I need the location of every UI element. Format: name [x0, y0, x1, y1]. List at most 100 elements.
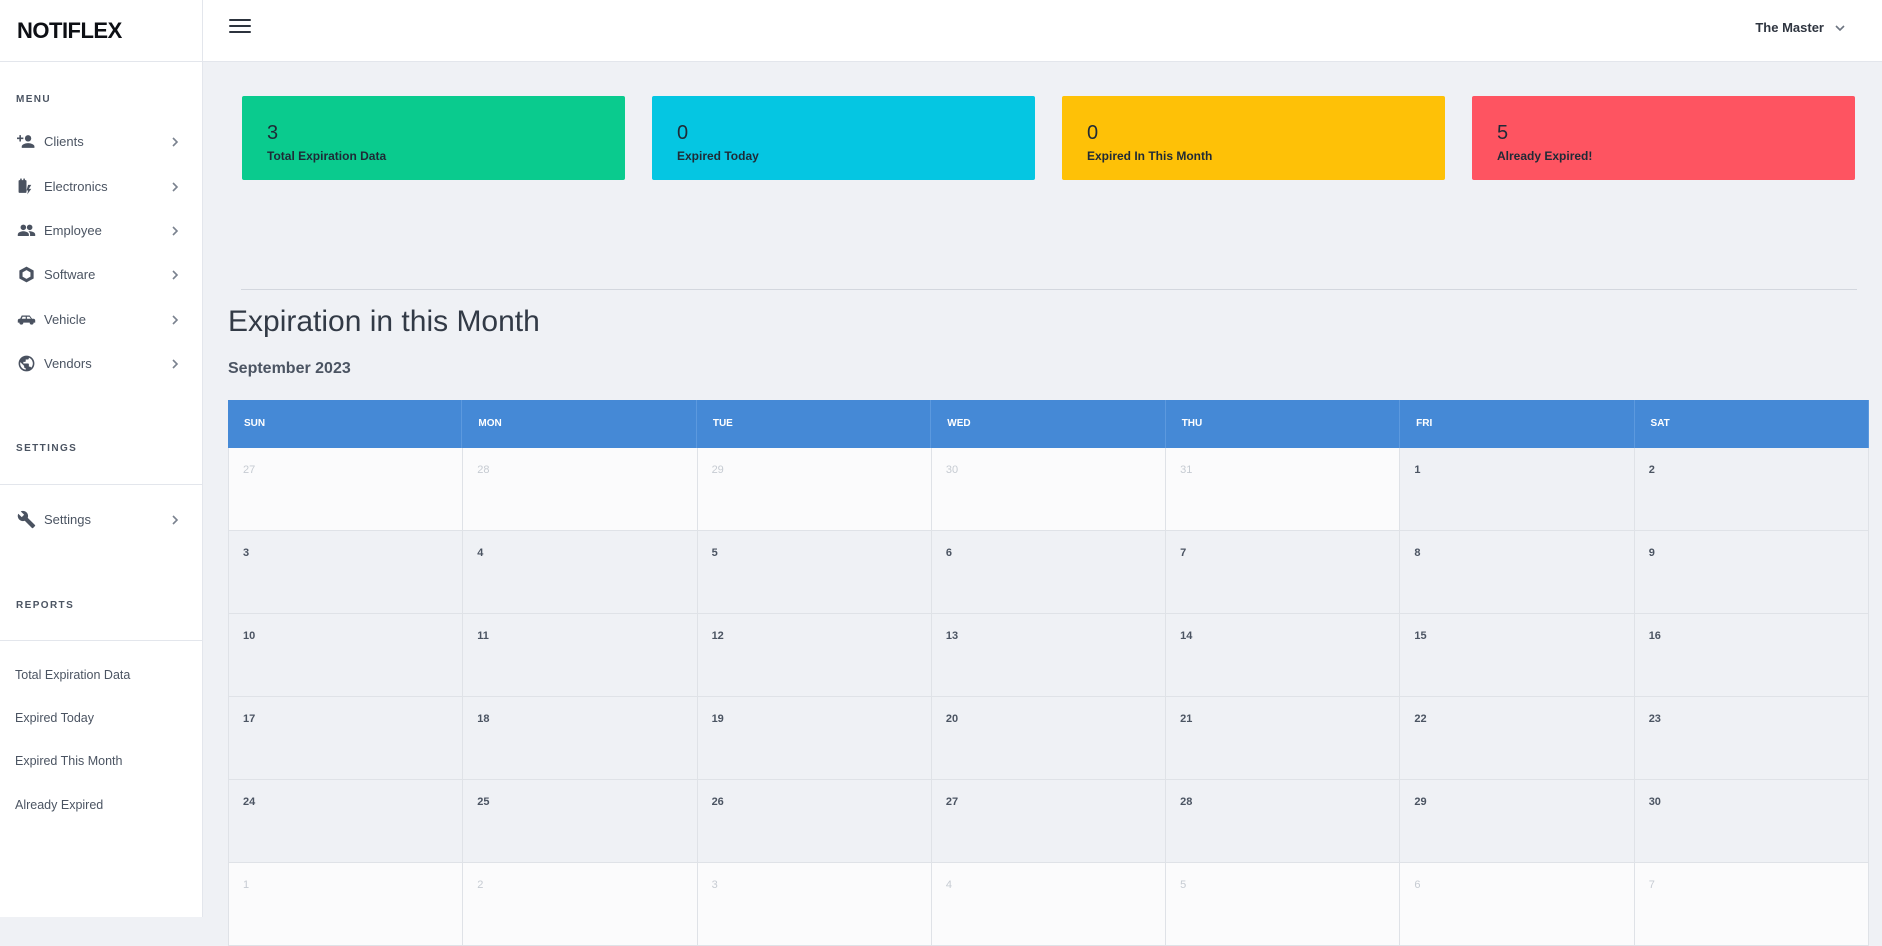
sidebar-item-label: Vehicle — [44, 311, 86, 327]
stat-card-already-expired[interactable]: 5 Already Expired! — [1472, 96, 1855, 180]
topbar: The Master — [203, 0, 1882, 62]
calendar-day-cell[interactable]: 27 — [228, 448, 464, 531]
globe-icon — [16, 353, 36, 373]
calendar-day-cell[interactable]: 7 — [1634, 863, 1869, 946]
calendar-day-cell[interactable]: 6 — [1400, 863, 1635, 946]
calendar-day-cell[interactable]: 19 — [697, 697, 932, 780]
sidebar: NOTIFLEX MENU Clients Electronics Employ… — [0, 0, 203, 917]
stat-card-caption: Expired Today — [677, 149, 759, 163]
hamburger-menu-icon[interactable] — [229, 19, 251, 37]
calendar-week-row: 17 18 19 20 21 22 23 — [228, 697, 1869, 780]
section-divider — [241, 289, 1857, 290]
sidebar-item-label: Employee — [44, 222, 102, 238]
calendar-week-row: 3456789 — [228, 531, 1869, 614]
calendar-day-header: SUN — [228, 400, 463, 448]
calendar-day-cell[interactable]: 16 — [1634, 614, 1869, 697]
sidebar-item-electronics[interactable]: Electronics — [0, 169, 203, 203]
power-plug-icon — [16, 176, 36, 196]
calendar-day-cell[interactable]: 14 — [1166, 614, 1401, 697]
stat-card-value: 0 — [1087, 122, 1099, 144]
calendar-week-row: 1234567 — [228, 863, 1869, 946]
stat-card-value: 5 — [1497, 122, 1509, 144]
report-link-expired-this-month[interactable]: Expired This Month — [15, 754, 122, 768]
people-icon — [16, 220, 36, 240]
stat-card-caption: Already Expired! — [1497, 149, 1593, 163]
calendar-body: 27 28 29 30 31 1 2 3 4 5 6 7 8 9 10 11 12 13 14 15 16 17 18 19 2… — [228, 448, 1869, 946]
calendar-day-cell[interactable]: 12 — [697, 614, 932, 697]
calendar-day-cell[interactable]: 31 — [1166, 448, 1401, 531]
calendar-day-cell[interactable]: 4 — [463, 531, 698, 614]
calendar-day-cell[interactable]: 1 — [228, 863, 464, 946]
sidebar-item-label: Electronics — [44, 178, 108, 194]
calendar-day-cell[interactable]: 9 — [1634, 531, 1869, 614]
calendar-day-cell[interactable]: 28 — [1166, 780, 1401, 863]
stat-card-caption: Expired In This Month — [1087, 149, 1213, 163]
stat-card-expired-today[interactable]: 0 Expired Today — [652, 96, 1035, 180]
sidebar-item-employee[interactable]: Employee — [0, 213, 203, 247]
calendar-day-cell[interactable]: 30 — [1634, 780, 1869, 863]
calendar-day-cell[interactable]: 5 — [697, 531, 932, 614]
sidebar-item-software[interactable]: Software — [0, 257, 203, 291]
calendar-day-cell[interactable]: 6 — [931, 531, 1167, 614]
calendar-day-cell[interactable]: 11 — [463, 614, 698, 697]
calendar-day-cell[interactable]: 8 — [1400, 531, 1635, 614]
calendar-day-cell[interactable]: 20 — [931, 697, 1167, 780]
calendar-day-cell[interactable]: 3 — [697, 863, 932, 946]
calendar-day-cell[interactable]: 2 — [463, 863, 698, 946]
calendar-week-row: 10 11 12 13 14 15 16 — [228, 614, 1869, 697]
sidebar-item-vendors[interactable]: Vendors — [0, 346, 203, 380]
report-link-total-expiration-data[interactable]: Total Expiration Data — [15, 668, 130, 682]
car-icon — [16, 309, 36, 329]
calendar-day-cell[interactable]: 15 — [1400, 614, 1635, 697]
stat-card-total-expiration[interactable]: 3 Total Expiration Data — [242, 96, 625, 180]
sidebar-item-clients[interactable]: Clients — [0, 124, 203, 158]
calendar-day-cell[interactable]: 29 — [697, 448, 932, 531]
calendar-day-cell[interactable]: 24 — [228, 780, 464, 863]
calendar-day-cell[interactable]: 10 — [228, 614, 464, 697]
calendar-day-cell[interactable]: 18 — [463, 697, 698, 780]
calendar-day-cell[interactable]: 2 — [1634, 448, 1869, 531]
calendar-day-cell[interactable]: 13 — [931, 614, 1167, 697]
calendar-day-cell[interactable]: 28 — [463, 448, 698, 531]
calendar-header: SUN MON TUE WED THU FRI SAT — [228, 400, 1869, 448]
calendar-day-cell[interactable]: 1 — [1400, 448, 1635, 531]
chevron-right-icon — [169, 135, 181, 147]
calendar-day-cell[interactable]: 27 — [931, 780, 1167, 863]
calendar-day-cell[interactable]: 7 — [1166, 531, 1401, 614]
calendar-week-row: 27 28 29 30 31 1 2 — [228, 448, 1869, 531]
chevron-right-icon — [169, 180, 181, 192]
calendar-day-cell[interactable]: 30 — [931, 448, 1167, 531]
calendar-month-title: September 2023 — [228, 360, 351, 377]
calendar-day-header: FRI — [1400, 400, 1635, 448]
user-menu[interactable]: The Master — [1755, 20, 1846, 35]
calendar-day-cell[interactable]: 21 — [1166, 697, 1401, 780]
sidebar-item-label: Vendors — [44, 355, 92, 371]
menu-section-title: MENU — [16, 94, 52, 105]
calendar-day-cell[interactable]: 29 — [1400, 780, 1635, 863]
sidebar-item-vehicle[interactable]: Vehicle — [0, 302, 203, 336]
calendar-day-cell[interactable]: 17 — [228, 697, 464, 780]
calendar-day-cell[interactable]: 23 — [1634, 697, 1869, 780]
sidebar-item-settings[interactable]: Settings — [0, 502, 203, 536]
calendar-day-header: TUE — [697, 400, 932, 448]
report-link-already-expired[interactable]: Already Expired — [15, 798, 103, 812]
person-add-icon — [16, 131, 36, 151]
calendar-day-cell[interactable]: 5 — [1166, 863, 1401, 946]
report-link-expired-today[interactable]: Expired Today — [15, 711, 94, 725]
calendar-day-cell[interactable]: 26 — [697, 780, 932, 863]
calendar-day-header: WED — [931, 400, 1166, 448]
calendar-day-cell[interactable]: 25 — [463, 780, 698, 863]
calendar-day-cell[interactable]: 22 — [1400, 697, 1635, 780]
wrench-icon — [16, 509, 36, 529]
chevron-right-icon — [169, 224, 181, 236]
calendar-day-cell[interactable]: 4 — [931, 863, 1167, 946]
brand-logo[interactable]: NOTIFLEX — [0, 0, 202, 62]
chevron-right-icon — [169, 313, 181, 325]
stat-card-value: 0 — [677, 122, 689, 144]
stat-card-expired-this-month[interactable]: 0 Expired In This Month — [1062, 96, 1445, 180]
calendar-day-cell[interactable]: 3 — [228, 531, 464, 614]
sidebar-divider — [0, 484, 203, 485]
reports-section-title: REPORTS — [16, 600, 75, 611]
sidebar-item-label: Clients — [44, 133, 84, 149]
page-heading: Expiration in this Month — [228, 305, 540, 338]
